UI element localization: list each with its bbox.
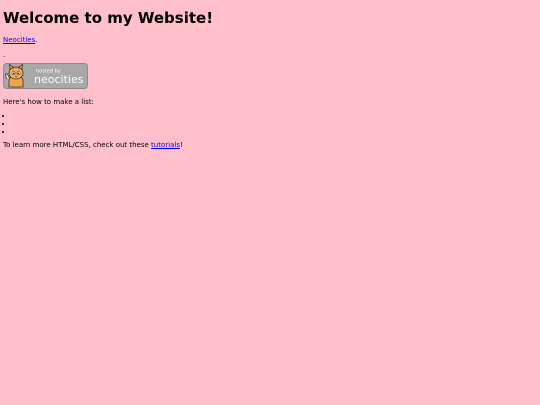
- bullet-list: [3, 112, 540, 136]
- hosted-by-neocities-badge-link[interactable]: hosted by neocities: [3, 60, 88, 89]
- learn-more-text: To learn more HTML/CSS, check out these: [3, 141, 152, 149]
- learn-more-exclamation: !: [179, 141, 183, 149]
- intro-paragraph: Neocities.: [3, 36, 540, 45]
- badge-neocities-text: neocities: [34, 73, 84, 86]
- learn-more-paragraph: To learn more HTML/CSS, check out these …: [3, 141, 540, 150]
- page-title: Welcome to my Website!: [3, 9, 214, 27]
- tutorials-link[interactable]: tutorials: [151, 141, 180, 149]
- intro-period: .: [35, 36, 38, 44]
- stray-text: .: [3, 51, 6, 59]
- list-item: [13, 112, 540, 120]
- page-body: Welcome to my Website! Neocities. . host…: [0, 0, 540, 405]
- neocities-link[interactable]: Neocities: [3, 36, 35, 44]
- list-item: [13, 128, 540, 136]
- list-item: [13, 120, 540, 128]
- list-intro-text: Here's how to make a list:: [3, 98, 94, 106]
- hosted-by-neocities-badge: hosted by neocities: [3, 63, 88, 89]
